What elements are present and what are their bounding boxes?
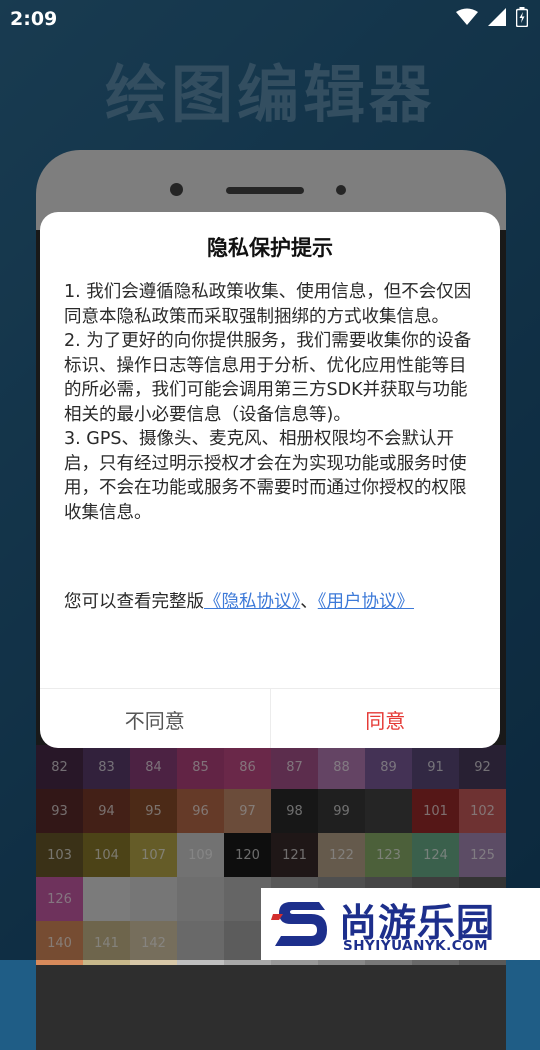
policy-item-3: 3. GPS、摄像头、麦克风、相册权限均不会默认开启，只有经过明示授权才会在为实…: [64, 429, 467, 523]
status-time: 2:09: [10, 8, 58, 30]
status-bar: 2:09: [0, 0, 540, 36]
dialog-body: 1. 我们会遵循隐私政策收集、使用信息，但不会仅因同意本隐私政策而采取强制捆绑的…: [64, 280, 478, 525]
policy-item-1: 1. 我们会遵循隐私政策收集、使用信息，但不会仅因同意本隐私政策而采取强制捆绑的…: [64, 282, 472, 327]
brand-logo-icon: [271, 896, 333, 952]
link-separator: 、: [300, 592, 318, 612]
privacy-dialog: 隐私保护提示 1. 我们会遵循隐私政策收集、使用信息，但不会仅因同意本隐私政策而…: [40, 212, 500, 748]
agree-button[interactable]: 同意: [271, 689, 501, 748]
battery-icon: [516, 7, 528, 27]
watermark-en: SHYIYUANYK.COM: [343, 938, 489, 954]
watermark: 尚游乐园 SHYIYUANYK.COM: [261, 888, 540, 960]
consent-text: 您可以查看完整版《隐私协议》、《用户协议》: [64, 588, 478, 616]
privacy-agreement-link[interactable]: 《隐私协议》: [204, 592, 300, 612]
user-agreement-link[interactable]: 《用户协议》: [318, 592, 414, 612]
dialog-button-bar: 不同意 同意: [40, 688, 500, 748]
decline-button[interactable]: 不同意: [40, 689, 271, 748]
dialog-title: 隐私保护提示: [207, 236, 333, 260]
consent-prefix: 您可以查看完整版: [64, 592, 204, 612]
status-icons: [456, 7, 528, 27]
signal-icon: [488, 8, 506, 26]
policy-item-2: 2. 为了更好的向你提供服务，我们需要收集你的设备标识、操作日志等信息用于分析、…: [64, 331, 472, 425]
wifi-icon: [456, 8, 478, 25]
